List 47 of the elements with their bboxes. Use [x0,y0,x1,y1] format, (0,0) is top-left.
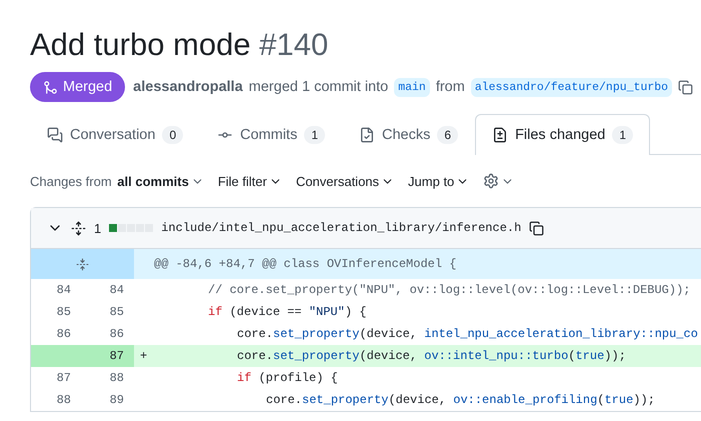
code-line: core.set_property(device, ov::intel_npu::turbo(true)); [236,349,626,363]
checks-icon [359,127,376,143]
line-number-cell-text: 85 [56,304,72,321]
added-sign: + [140,349,148,363]
line-number-cell-text: 88 [108,370,125,387]
file-path: include/intel_npu_acceleration_library/inference.h [161,221,522,235]
code-line: if (device == "NPU") { [207,305,366,319]
tab-count: 1 [304,126,326,144]
line-number-cell-text: 87 [56,370,72,387]
line-number-cell [31,345,81,367]
diff-stat [109,224,154,232]
line-number-cell-text: 84 [108,282,125,299]
code-line: // core.set_property("NPU", ov::log::level(ov::log::Level::DEBUG)); [207,283,690,297]
filter-dropdown[interactable]: File filter [218,174,282,188]
merged-status-badge: Merged [30,72,126,102]
copy-icon[interactable] [529,220,544,236]
code-line: core.set_property(device, ov::enable_profiling(true)); [265,393,655,407]
hunk-header: @@ -84,6 +84,7 @@ class OVInferenceModel { [153,256,456,273]
copy-icon[interactable] [678,80,694,94]
tab-count: 6 [437,126,458,144]
filter-dropdown[interactable]: Conversations [296,174,394,188]
line-number-cell: 87 [81,345,134,367]
changes-dropdown[interactable]: Changes from all commits [30,174,204,188]
change-count: 1 [94,220,102,236]
author-link[interactable]: alessandropalla [133,79,243,95]
settings-dropdown[interactable] [483,173,514,189]
line-number-cell-text: 85 [108,304,125,321]
conversation-icon [47,127,63,143]
tab-count: 0 [162,126,184,144]
from-label: from [436,79,465,95]
tab[interactable]: Files changed 1 [475,114,650,155]
head-branch[interactable]: alessandro/feature/npu_turbo [470,78,672,96]
expand-icon[interactable] [71,220,86,236]
tab-count: 1 [612,126,634,144]
line-number-cell-text: 86 [108,326,125,343]
line-number-cell-text: 84 [56,282,72,299]
pull-request-title: Add turbo mode #140 [30,26,330,64]
base-branch[interactable]: main [394,78,430,96]
merge-summary: merged 1 commit into [248,79,388,95]
files-icon [492,127,508,143]
line-number-cell-text: 89 [108,392,125,409]
line-number-cell-text: 88 [56,392,72,409]
code-line: if (profile) { [236,371,338,385]
settings-icon [483,173,500,189]
line-number-cell-text: 86 [56,326,72,343]
code-line: core.set_property(device, intel_npu_acceleration_library::npu_co [236,327,698,341]
filter-dropdown[interactable]: Jump to [408,174,470,188]
